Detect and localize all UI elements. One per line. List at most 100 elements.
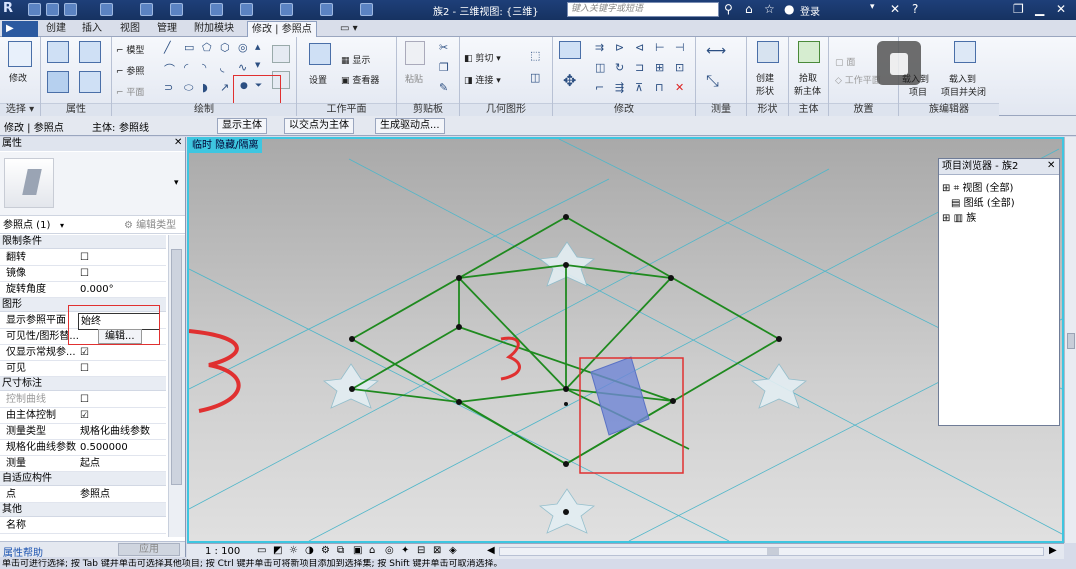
load-and-close-label[interactable]: 项目并关闭: [941, 85, 986, 98]
paste-icon[interactable]: [405, 41, 425, 65]
arc-center-icon[interactable]: ◜: [184, 61, 188, 74]
place-on-workplane-button[interactable]: ◇ 工作平面: [835, 73, 881, 86]
property-group-header[interactable]: 自适应构件: [0, 472, 166, 486]
inscribed-polygon-icon[interactable]: ⬡: [220, 41, 230, 54]
tree-item-sheets[interactable]: ▤ 图纸 (全部): [951, 194, 1015, 209]
delete-icon[interactable]: ✕: [675, 81, 684, 94]
properties-icon[interactable]: [47, 41, 69, 63]
apply-button[interactable]: 应用: [118, 543, 180, 556]
type-properties-icon[interactable]: [79, 41, 101, 63]
dimension-icon[interactable]: ⤡: [706, 71, 719, 91]
selected-point-workplane[interactable]: [590, 356, 650, 436]
array-icon[interactable]: ⊞: [655, 61, 664, 74]
property-row[interactable]: 规格化曲线参数 0.500000: [0, 440, 166, 456]
measure-icon[interactable]: [170, 3, 183, 16]
viewport-vertical-scrollbar[interactable]: [1064, 137, 1076, 543]
highlight-icon[interactable]: ◈: [449, 545, 457, 556]
property-row[interactable]: 由主体控制 ☑: [0, 408, 166, 424]
modify-cursor-icon[interactable]: [8, 41, 32, 67]
tree-item-families[interactable]: ⊞ ▥ 族: [942, 209, 976, 224]
pick-new-host-icon[interactable]: [798, 41, 820, 63]
set-workplane-icon[interactable]: [309, 43, 331, 65]
place-on-face-button[interactable]: ▢ 面: [835, 55, 855, 68]
reference-line-button[interactable]: ⌐ 参照: [116, 64, 144, 77]
spline-icon[interactable]: ∿: [238, 61, 247, 74]
copy-icon[interactable]: ❐: [439, 61, 449, 74]
lock-icon[interactable]: ⊓: [655, 81, 664, 94]
property-value[interactable]: ☐: [80, 266, 89, 281]
work-plane-star-left[interactable]: [322, 363, 380, 409]
measure-icon[interactable]: ⟷: [706, 43, 726, 59]
type-selector[interactable]: ▾: [0, 152, 185, 216]
property-row[interactable]: 可见 ☐: [0, 361, 166, 377]
visual-style-icon[interactable]: ◩: [273, 545, 282, 556]
constraints-icon[interactable]: ⊠: [433, 545, 441, 556]
instance-filter[interactable]: 参照点 (1) ▾ ⚙ 编辑类型: [0, 218, 185, 234]
property-group-header[interactable]: 限制条件: [0, 235, 166, 249]
close-icon[interactable]: ✕: [174, 137, 182, 148]
pin-icon[interactable]: ⊣: [675, 41, 685, 54]
workplane-viewer-button[interactable]: ▣ 查看器: [341, 73, 379, 86]
pick-host-button[interactable]: 拾取: [799, 71, 817, 84]
minimize-icon[interactable]: ▁: [1035, 2, 1044, 16]
save-icon[interactable]: [46, 3, 59, 16]
property-value[interactable]: 参照点: [80, 487, 110, 502]
horizontal-scrollbar[interactable]: [499, 547, 1044, 556]
text-icon[interactable]: [210, 3, 223, 16]
scrollbar-thumb[interactable]: [1067, 333, 1075, 349]
plane-button[interactable]: ⌐ 平面: [116, 85, 144, 98]
model-line-button[interactable]: ⌐ 模型: [116, 43, 144, 56]
thin-lines-icon[interactable]: [320, 3, 333, 16]
restore-icon[interactable]: ❐: [1013, 2, 1024, 16]
help-icon[interactable]: ?: [912, 2, 918, 16]
property-value[interactable]: 0.500000: [80, 440, 128, 455]
close-icon[interactable]: ✕: [1056, 2, 1066, 16]
ellipse-arc-icon[interactable]: ⊃: [164, 81, 173, 94]
3d-viewport[interactable]: 临时 隐藏/隔离: [187, 137, 1064, 543]
detail-level-icon[interactable]: ▭: [257, 545, 266, 556]
property-value[interactable]: ☑: [80, 408, 89, 423]
line-icon[interactable]: ╱: [164, 41, 171, 54]
lock-3d-view-icon[interactable]: ⌂: [369, 545, 375, 556]
temporary-hide-icon[interactable]: ◎: [385, 545, 394, 556]
paste-button[interactable]: 粘贴: [405, 72, 423, 85]
form-label[interactable]: 形状: [756, 84, 774, 97]
host-by-intersection-button[interactable]: 以交点为主体: [284, 118, 354, 134]
sun-path-icon[interactable]: ☼: [289, 545, 298, 556]
undo-icon[interactable]: [64, 3, 77, 16]
pick-lines-icon[interactable]: ↗: [220, 81, 229, 94]
switch-window-icon[interactable]: [360, 3, 373, 16]
chevron-down-icon[interactable]: ▾: [870, 2, 875, 12]
model-canvas[interactable]: [189, 139, 1062, 541]
create-form-button[interactable]: 创建: [756, 71, 774, 84]
show-workplane-button[interactable]: ▦ 显示: [341, 53, 370, 66]
select-panel-label[interactable]: 选择 ▾: [0, 103, 40, 116]
face-icon[interactable]: [272, 45, 290, 63]
help-search-input[interactable]: 键入关键字或短语: [567, 2, 719, 17]
scroll-down-icon[interactable]: ▼: [255, 61, 260, 69]
set-workplane-button[interactable]: 设置: [309, 73, 327, 86]
copy-element-icon[interactable]: ◫: [595, 61, 605, 74]
3d-view-icon[interactable]: [240, 3, 253, 16]
login-link[interactable]: 登录: [800, 3, 820, 18]
edit-type-button[interactable]: ⚙ 编辑类型: [124, 218, 176, 233]
crop-region-icon[interactable]: ▣: [353, 545, 362, 556]
scrollbar-thumb[interactable]: [171, 249, 182, 485]
property-row[interactable]: 测量类型 规格化曲线参数: [0, 424, 166, 440]
create-form-icon[interactable]: [757, 41, 779, 63]
property-value[interactable]: ☐: [80, 392, 89, 407]
subscription-icon[interactable]: ⌂: [745, 2, 753, 16]
align-icon[interactable]: [559, 41, 581, 59]
arc-start-end-icon[interactable]: ⌒: [164, 61, 175, 77]
property-group-header[interactable]: 其他: [0, 503, 166, 517]
render-icon[interactable]: ⚙: [321, 545, 330, 556]
load-and-close-icon[interactable]: [954, 41, 976, 63]
partial-ellipse-icon[interactable]: ◗: [202, 81, 208, 94]
ribbon-toggle-button[interactable]: ▭ ▾: [336, 21, 362, 37]
exchange-icon[interactable]: ✕: [890, 2, 900, 16]
cube-icon[interactable]: ⬚: [530, 49, 540, 62]
trim-single-icon[interactable]: ⌐: [595, 81, 604, 94]
property-row[interactable]: 名称: [0, 518, 166, 534]
property-value[interactable]: 0.000°: [80, 282, 114, 297]
work-plane-star-right[interactable]: [750, 363, 808, 409]
